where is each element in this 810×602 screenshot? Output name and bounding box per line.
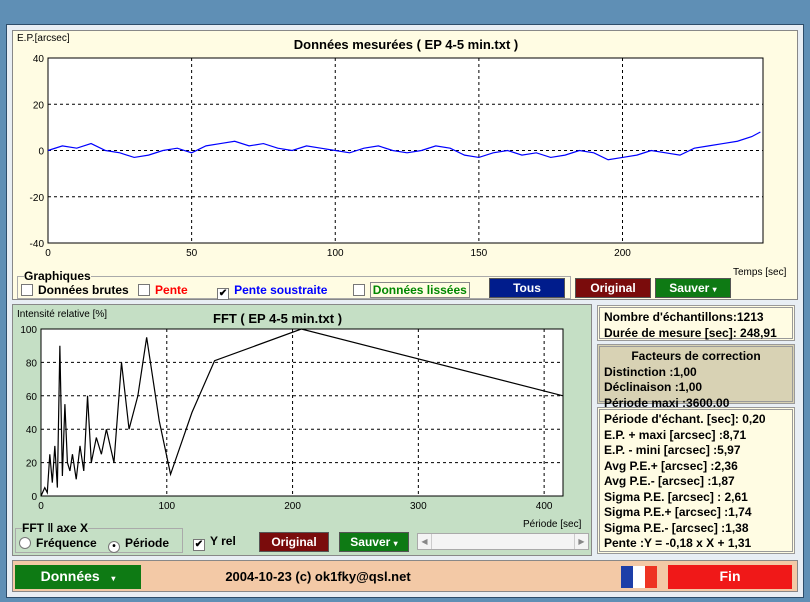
label: Données lissées: [369, 282, 470, 298]
scroll-left-icon[interactable]: ◀: [418, 534, 432, 549]
y-tick-label: 0: [38, 147, 44, 158]
measure-duration: Durée de mesure [sec]: 248,91: [604, 325, 777, 340]
stat-line: Avg P.E.+ [arcsec] :2,36: [604, 458, 738, 473]
y-tick-label: -40: [30, 239, 45, 250]
stat-line: E.P. + maxi [arcsec] :8,71: [604, 427, 747, 442]
y-tick-label: 60: [26, 392, 38, 403]
stat-line: E.P. - mini [arcsec] :5,97: [604, 443, 741, 457]
sauver-button[interactable]: Sauver ▾: [655, 278, 731, 298]
credit-text: 2004-10-23 (c) ok1fky@qsl.net: [225, 569, 411, 584]
x-tick-label: 300: [410, 501, 427, 512]
x-tick-label: 200: [284, 501, 301, 512]
y-tick-label: 20: [33, 100, 45, 111]
label: Sauver: [669, 281, 710, 295]
y-tick-label: -20: [30, 193, 45, 204]
correction-title: Facteurs de correction: [631, 349, 761, 363]
x-tick-label: 200: [614, 248, 631, 259]
plot-area: [40, 328, 564, 497]
correction-line: Déclinaison :1,00: [604, 380, 703, 394]
label: Pente: [155, 283, 188, 297]
correction-box: Facteurs de correction Distinction :1,00…: [597, 344, 795, 410]
label: Données brutes: [38, 283, 129, 297]
y-tick-label: 20: [26, 459, 38, 470]
x-axis-label: Temps [sec]: [733, 267, 787, 278]
dropdown-arrow-icon: ▾: [712, 285, 717, 294]
stats-box: Période d'échant. [sec]: 0,20 E.P. + maxi…: [597, 407, 795, 554]
label: Période: [125, 536, 170, 550]
fft-chart: 0 100 200 300 400 0 20 40 60 80 100: [20, 325, 564, 512]
stat-line: Période d'échant. [sec]: 0,20: [604, 412, 766, 426]
checkbox-pente-soustraite[interactable]: ✔ Pente soustraite: [217, 283, 328, 300]
x-tick-label: 100: [327, 248, 344, 259]
fft-panel: Intensité relative [%] FFT ( EP 4-5 min.…: [12, 304, 592, 556]
fft-x-label: Période [sec]: [523, 519, 582, 530]
correction-line: Distinction :1,00: [604, 364, 697, 379]
stat-line: Sigma P.E. [arcsec] : 2,61: [604, 489, 748, 504]
fft-sauver-button[interactable]: Sauver ▾: [339, 532, 409, 552]
y-tick-label: 40: [26, 425, 38, 436]
stat-line: Sigma P.E.- [arcsec] :1,38: [604, 520, 749, 535]
sample-info-box: Nombre d'échantillons:1213 Durée de mesu…: [597, 305, 795, 341]
fft-axis-options: Fréquence • Période: [19, 536, 169, 553]
label: Y rel: [210, 534, 236, 548]
y-tick-label: 80: [26, 358, 38, 369]
graphiques-legend: Graphiques: [24, 269, 91, 283]
graphiques-options: Données brutes Pente ✔ Pente soustraite D…: [21, 282, 470, 300]
french-flag-icon[interactable]: [621, 566, 657, 588]
x-tick-label: 100: [158, 501, 175, 512]
tous-button[interactable]: Tous: [489, 278, 565, 298]
y-tick-label: 0: [31, 492, 37, 503]
checkbox-y-rel[interactable]: ✔ Y rel: [193, 534, 236, 551]
radio-frequence[interactable]: Fréquence: [19, 536, 97, 550]
checkbox-donnees-lissees[interactable]: Données lissées: [352, 282, 470, 298]
footer-bar: Données ▾ 2004-10-23 (c) ok1fky@qsl.net …: [12, 560, 798, 592]
stat-line: Pente :Y = -0,18 x X + 1,31: [604, 536, 752, 550]
x-tick-label: 0: [38, 501, 44, 512]
label: Sauver: [350, 535, 391, 549]
x-tick-label: 0: [45, 248, 51, 259]
samples-count: Nombre d'échantillons:1213: [604, 310, 764, 324]
x-tick-label: 50: [186, 248, 198, 259]
checkbox-pente[interactable]: Pente: [138, 283, 188, 297]
radio-periode[interactable]: • Période: [108, 536, 170, 553]
checkbox-donnees-brutes[interactable]: Données brutes: [21, 283, 129, 297]
label: Pente soustraite: [234, 283, 328, 297]
label: Fréquence: [36, 536, 97, 550]
dropdown-arrow-icon: ▾: [393, 539, 398, 548]
measured-chart: 0 50 100 150 200 -40 -20 0 20 40: [30, 54, 764, 259]
stat-line: Sigma P.E.+ [arcsec] :1,74: [604, 505, 752, 519]
y-tick-label: 40: [33, 54, 45, 65]
stat-line: Avg P.E.- [arcsec] :1,87: [604, 474, 735, 488]
fft-axis-legend: FFT ‖ axe X: [22, 521, 88, 535]
x-tick-label: 150: [471, 248, 488, 259]
fft-original-button[interactable]: Original: [259, 532, 329, 552]
x-tick-label: 400: [536, 501, 553, 512]
original-button[interactable]: Original: [575, 278, 651, 298]
fin-button[interactable]: Fin: [668, 565, 792, 589]
scroll-right-icon[interactable]: ▶: [574, 534, 588, 549]
y-tick-label: 100: [20, 325, 37, 336]
measured-data-panel: E.P.[arcsec] Données mesurées ( EP 4-5 m…: [12, 30, 798, 300]
horizontal-scrollbar[interactable]: ◀ ▶: [417, 533, 589, 550]
